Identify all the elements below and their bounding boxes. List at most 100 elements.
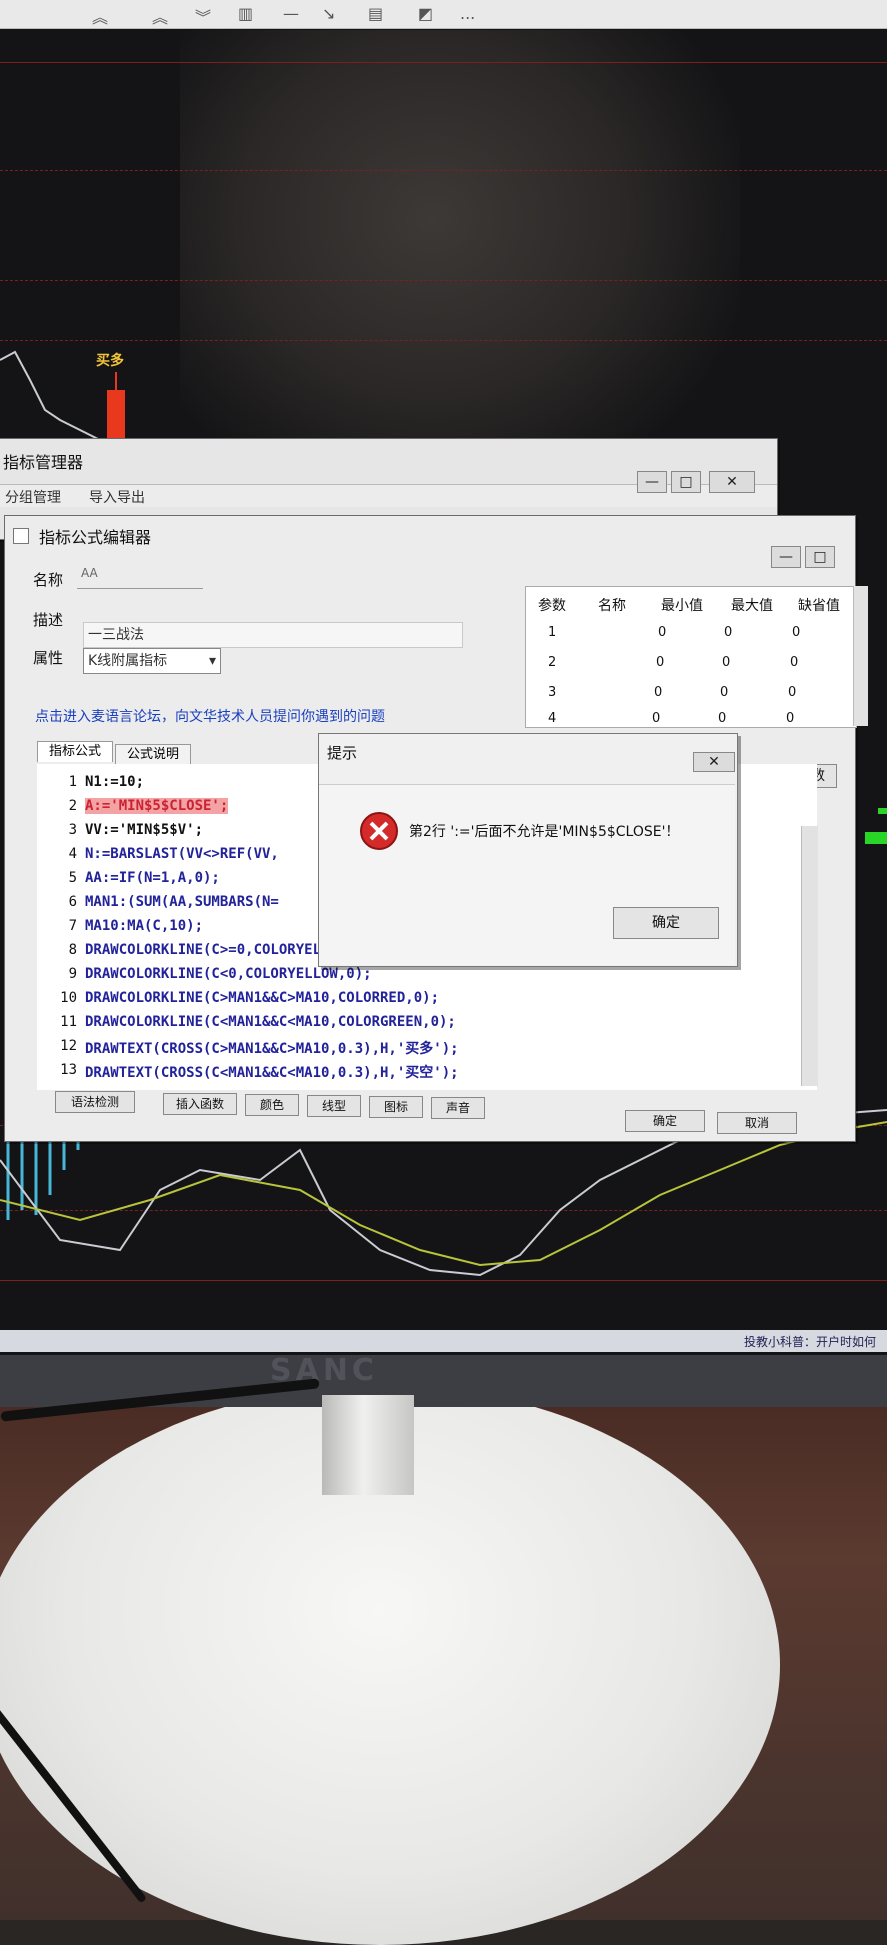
attr-select[interactable]: K线附属指标 ▾: [83, 648, 221, 674]
green-marker: [878, 808, 887, 814]
name-field[interactable]: AA: [77, 566, 203, 589]
table-cell[interactable]: 0: [786, 711, 794, 726]
table-cell: 1: [548, 625, 557, 640]
table-cell[interactable]: 0: [792, 625, 800, 640]
table-cell[interactable]: 0: [722, 655, 730, 670]
drawing-toolbar: ︽ ︽ ︾ ▥ — ↘ ▤ ◩ ...: [0, 0, 887, 29]
line-number: 7: [68, 918, 77, 934]
code-line[interactable]: VV:='MIN$5$V';: [85, 822, 203, 838]
attr-label: 属性: [33, 649, 64, 667]
param-header: 缺省值: [798, 598, 840, 614]
editor-title: 指标公式编辑器: [39, 528, 152, 547]
close-button[interactable]: ✕: [709, 471, 755, 493]
alert-title: 提示: [327, 744, 358, 762]
code-line-error[interactable]: A:='MIN$5$CLOSE';: [85, 798, 229, 814]
line-number: 3: [68, 822, 77, 838]
minimize-button[interactable]: —: [771, 546, 801, 568]
double-down-arrow-icon[interactable]: ︾: [195, 4, 211, 28]
status-bar: 投教小科普：开户时如何: [0, 1330, 887, 1352]
table-cell[interactable]: 0: [718, 711, 726, 726]
diagonal-arrow-icon[interactable]: ↘: [322, 4, 335, 23]
chart-gridline: [0, 62, 887, 63]
chart-gridline: [0, 170, 887, 171]
ok-button[interactable]: 确定: [625, 1110, 705, 1132]
tab-formula-description[interactable]: 公式说明: [115, 744, 191, 766]
candle-wick: [115, 372, 117, 392]
table-cell[interactable]: 0: [790, 655, 798, 670]
sound-button[interactable]: 声音: [431, 1097, 485, 1119]
alert-body: 第2行 ':='后面不允许是'MIN$5$CLOSE'！ 确定: [319, 784, 735, 965]
chart-gridline: [0, 340, 887, 341]
name-label: 名称: [33, 571, 64, 589]
color-button[interactable]: 颜色: [245, 1094, 299, 1116]
text-box-icon[interactable]: ▤: [368, 4, 383, 23]
syntax-check-button[interactable]: 语法检测: [55, 1091, 135, 1113]
signal-label: 买多: [96, 353, 124, 369]
menu-import-export[interactable]: 导入导出: [89, 487, 145, 507]
code-line[interactable]: DRAWCOLORKLINE(C<MAN1&&C<MA10,COLORGREEN…: [85, 1014, 456, 1030]
maximize-button[interactable]: □: [805, 546, 835, 568]
code-line[interactable]: DRAWTEXT(CROSS(C<MAN1&&C<MA10,0.3),H,'买空…: [85, 1062, 459, 1082]
cancel-button[interactable]: 取消: [717, 1112, 797, 1134]
alert-ok-button[interactable]: 确定: [613, 907, 719, 939]
window-icon: [13, 528, 29, 544]
line-number: 1: [68, 774, 77, 790]
code-scrollbar[interactable]: [801, 826, 818, 1086]
maximize-button[interactable]: □: [671, 471, 701, 493]
table-cell[interactable]: 0: [788, 685, 796, 700]
line-number: 11: [60, 1014, 77, 1030]
table-cell[interactable]: 0: [720, 685, 728, 700]
double-up-arrow-icon[interactable]: ︽: [92, 4, 108, 28]
minimize-button[interactable]: —: [637, 471, 667, 493]
ruler-icon[interactable]: ▥: [238, 4, 253, 23]
double-up-arrow-icon[interactable]: ︽: [152, 4, 168, 28]
alert-dialog: 提示 ✕ 第2行 ':='后面不允许是'MIN$5$CLOSE'！ 确定: [318, 733, 738, 967]
line-number: 2: [68, 798, 77, 814]
table-cell: 3: [548, 685, 557, 700]
line-number: 5: [68, 870, 77, 886]
code-line[interactable]: AA:=IF(N=1,A,0);: [85, 870, 220, 886]
line-type-button[interactable]: 线型: [307, 1095, 361, 1117]
line-number: 13: [60, 1062, 77, 1078]
table-cell[interactable]: 0: [656, 655, 664, 670]
code-line[interactable]: DRAWCOLORKLINE(C<0,COLORYELLOW,0);: [85, 966, 372, 982]
price-line: [0, 350, 101, 441]
code-line[interactable]: MA10:MA(C,10);: [85, 918, 203, 934]
param-header: 名称: [598, 598, 626, 614]
table-cell[interactable]: 0: [658, 625, 666, 640]
eraser-icon[interactable]: ◩: [418, 4, 433, 23]
error-icon: [360, 812, 398, 850]
line-number: 10: [60, 990, 77, 1006]
table-cell[interactable]: 0: [652, 711, 660, 726]
tab-formula[interactable]: 指标公式: [37, 741, 113, 762]
param-scrollbar[interactable]: [853, 586, 868, 726]
line-number: 12: [60, 1038, 77, 1054]
more-icon[interactable]: ...: [460, 4, 475, 23]
monitor-stand-neck: [322, 1395, 414, 1495]
icon-button[interactable]: 图标: [369, 1096, 423, 1118]
desc-label: 描述: [33, 611, 64, 629]
line-number: 4: [68, 846, 77, 862]
code-line[interactable]: MAN1:(SUM(AA,SUMBARS(N=: [85, 894, 279, 910]
insert-function-button[interactable]: 插入函数: [163, 1093, 237, 1115]
code-line[interactable]: N:=BARSLAST(VV<>REF(VV,: [85, 846, 279, 862]
forum-link[interactable]: 点击进入麦语言论坛，向文华技术人员提问你遇到的问题: [35, 706, 385, 726]
menu-group-manage[interactable]: 分组管理: [5, 487, 61, 507]
desc-field[interactable]: 一三战法: [83, 622, 463, 648]
table-cell[interactable]: 0: [724, 625, 732, 640]
monitor-screen: ︽ ︽ ︾ ▥ — ↘ ▤ ◩ ... 买多 指标管理器 分组管理 导入导出 —…: [0, 0, 887, 1355]
param-header: 最大值: [731, 598, 773, 614]
code-line[interactable]: N1:=10;: [85, 774, 144, 790]
code-line[interactable]: DRAWCOLORKLINE(C>MAN1&&C>MA10,COLORRED,0…: [85, 990, 439, 1006]
line-number: 6: [68, 894, 77, 910]
table-cell: 4: [548, 711, 557, 726]
table-cell[interactable]: 0: [654, 685, 662, 700]
alert-close-button[interactable]: ✕: [693, 752, 735, 772]
line-icon[interactable]: —: [283, 4, 299, 23]
attr-select-value: K线附属指标: [88, 653, 168, 669]
table-cell: 2: [548, 655, 557, 670]
green-marker: [865, 832, 887, 844]
manager-title: 指标管理器: [3, 453, 84, 472]
code-line[interactable]: DRAWTEXT(CROSS(C>MAN1&&C>MA10,0.3),H,'买多…: [85, 1038, 459, 1058]
param-header: 参数: [538, 598, 566, 614]
